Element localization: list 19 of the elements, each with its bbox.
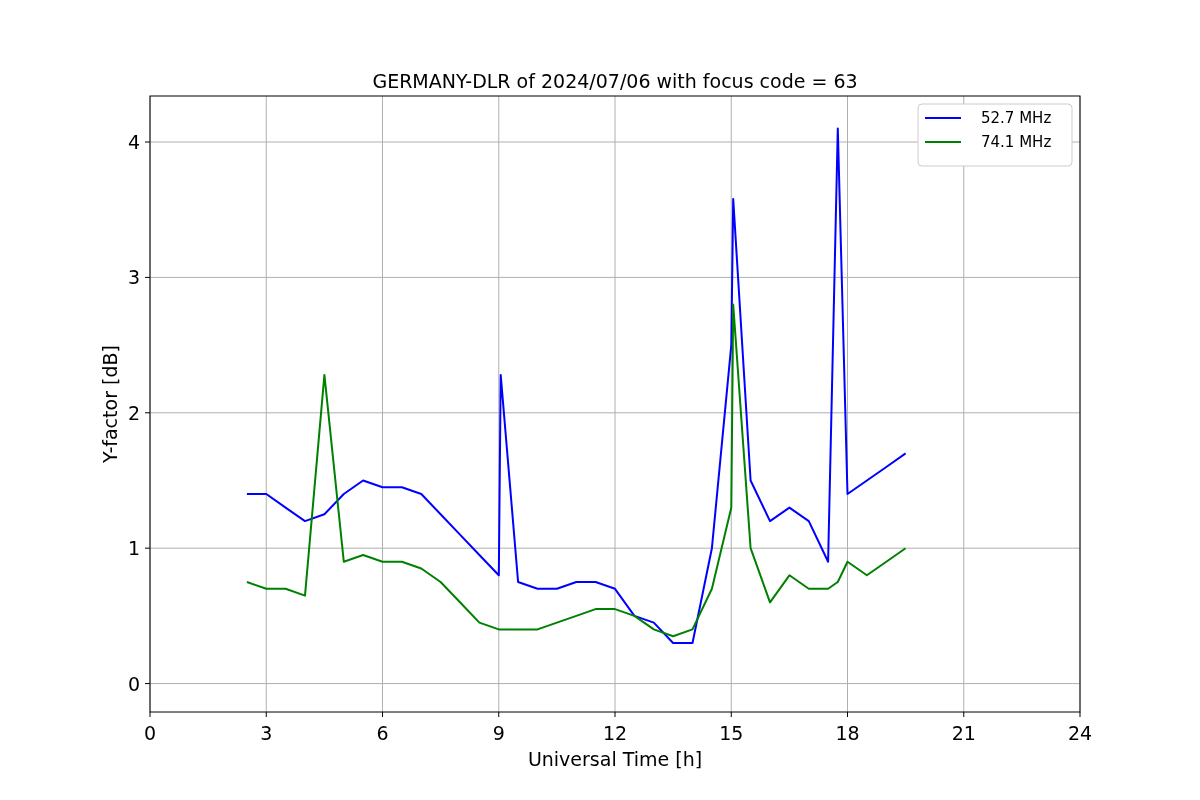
x-tick-label: 21 (951, 722, 976, 744)
x-tick-label: 24 (1067, 722, 1093, 744)
y-tick-label: 4 (127, 131, 140, 154)
x-tick-label: 9 (492, 722, 505, 744)
legend-label: 52.7 MHz (981, 109, 1052, 127)
x-tick-label: 15 (719, 722, 744, 744)
y-tick-label: 0 (127, 672, 140, 695)
x-axis-label: Universal Time [h] (527, 748, 703, 770)
x-tick-label: 3 (260, 722, 273, 744)
chart-title: GERMANY-DLR of 2024/07/06 with focus code = 63 (372, 70, 858, 92)
y-tick-label: 1 (127, 537, 140, 560)
y-axis-label: Y-factor [dB] (99, 345, 121, 463)
x-tick-label: 6 (376, 722, 389, 744)
y-tick-label: 2 (127, 401, 140, 424)
x-tick-label: 0 (143, 722, 157, 744)
y-tick-label: 3 (127, 266, 140, 289)
legend-label: 74.1 MHz (981, 133, 1052, 151)
x-tick-label: 18 (835, 722, 860, 744)
x-tick-label: 12 (602, 722, 628, 744)
